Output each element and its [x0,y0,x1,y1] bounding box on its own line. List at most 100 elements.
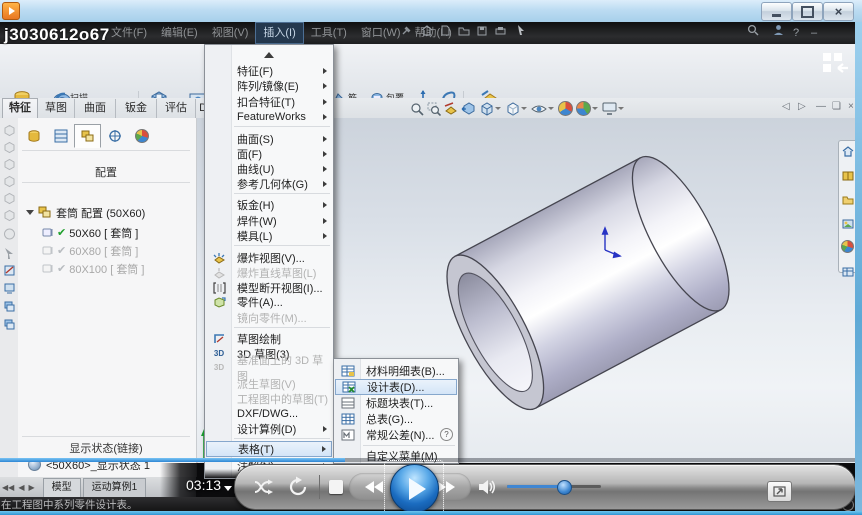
hide-show-items-icon[interactable] [531,103,555,115]
file-explorer-icon[interactable] [842,192,854,210]
submenu-item-title-block[interactable]: 标题块表(T)... [335,395,457,410]
previous-view-icon[interactable] [461,102,476,116]
submenu-item-bom[interactable]: 材料明细表(B)... [335,363,457,378]
playback-time[interactable]: 03:13 [186,477,232,493]
tab-sheetmetal[interactable]: 钣金 [116,99,157,118]
doc-minimize-icon[interactable]: — [816,101,826,112]
menu-item-tables[interactable]: 表格(T) [206,441,332,457]
collapse-ribbon-icon[interactable]: – [811,22,817,44]
design-library-icon[interactable] [842,168,854,186]
menu-item-design-study[interactable]: 设计算例(D) [206,421,332,436]
menu-item-sketch[interactable]: 草图绘制 [206,331,332,346]
doc-restore-icon[interactable]: ❏ [832,101,841,112]
submenu-item-general-tolerance[interactable]: 常规公差(N)... ? [335,427,457,442]
menu-item-derived-sketch[interactable]: 派生草图(V) [206,376,332,391]
tab-model[interactable]: 模型 [43,478,81,497]
configurationmanager-tab-icon[interactable] [74,124,101,148]
search-icon[interactable] [747,22,759,44]
tab-scroll-right-icon[interactable]: ▶ [26,483,36,492]
tab-sketch[interactable]: 草图 [38,99,75,118]
menu-item-face[interactable]: 面(F) [206,146,332,161]
tab-motion-study[interactable]: 运动算例1 [83,478,147,497]
minimize-button[interactable] [761,2,792,21]
menu-item-mirror-part[interactable]: 镜向零件(M)... [206,310,332,325]
menu-item-part[interactable]: 零件(A)... [206,294,332,309]
menu-item-fastening[interactable]: 扣合特征(T) [206,94,332,109]
submenu-item-design-table[interactable]: 设计表(D)... [335,379,457,395]
view-palette-icon[interactable] [842,216,854,234]
display-style-icon[interactable] [505,102,528,116]
doc-close-icon[interactable]: × [848,101,854,112]
config-tree-root[interactable]: 套筒 配置 (50X60) [22,204,145,221]
menu-edit[interactable]: 编辑(E) [154,22,205,44]
menu-help[interactable]: 帮助(H) [408,22,459,44]
menu-item-curve[interactable]: 曲线(U) [206,161,332,176]
volume-icon[interactable] [478,478,498,501]
menu-item-3d-sketch-on-plane[interactable]: 3D基准面上的 3D 草图 [206,360,332,375]
propertymanager-tab-icon[interactable] [47,124,74,148]
fullscreen-button[interactable] [767,481,792,502]
menu-scroll-up[interactable] [206,47,332,62]
menu-tools[interactable]: 工具(T) [304,22,354,44]
new-document-icon[interactable] [441,22,450,44]
rewind-button[interactable] [365,481,383,493]
menu-item-reference-geometry[interactable]: 参考几何体(G) [206,176,332,191]
repeat-icon[interactable] [287,476,309,502]
expander-icon[interactable] [26,210,34,215]
menu-item-weldments[interactable]: 焊件(W) [206,213,332,228]
menu-item-featureworks[interactable]: FeatureWorks [206,109,332,124]
menu-item-sheetmetal[interactable]: 钣金(H) [206,197,332,212]
play-button[interactable] [390,464,439,513]
config-item[interactable]: ✔ 80X100 [ 套筒 ] [42,260,144,277]
view-cube-icons[interactable] [3,124,16,254]
home-tab-icon[interactable] [842,144,854,162]
config-item-active[interactable]: ✔ 50X60 [ 套筒 ] [42,224,138,241]
appearances-icon[interactable] [841,240,854,258]
pin-icon[interactable] [401,22,411,44]
zoom-area-icon[interactable] [427,102,441,116]
menu-item-exploded-view[interactable]: 爆炸视图(V)... [206,250,332,265]
help-badge-icon[interactable]: ? [440,428,453,441]
zoom-fit-icon[interactable] [410,102,424,116]
doc-next-icon[interactable]: ▷ [798,101,806,112]
custom-properties-icon[interactable] [842,264,854,282]
volume-thumb[interactable] [557,480,572,495]
close-button[interactable]: × [823,2,854,21]
tab-evaluate[interactable]: 评估 [157,99,196,118]
stop-button[interactable] [329,480,343,494]
tab-scroll-left-icon[interactable]: ◀ [16,483,26,492]
menu-window[interactable]: 窗口(W) [354,22,408,44]
menu-item-surface[interactable]: 曲面(S) [206,131,332,146]
tab-scroll-start-icon[interactable]: ◀◀ [0,483,16,492]
apply-scene-icon[interactable] [576,101,599,116]
open-folder-icon[interactable] [458,22,470,44]
tab-features[interactable]: 特征 [2,98,38,118]
config-item[interactable]: ✔ 60X80 [ 套筒 ] [42,242,138,259]
shuffle-icon[interactable] [253,479,277,500]
submenu-item-general-table[interactable]: 总表(G)... [335,411,457,426]
section-view-icon[interactable] [444,102,458,116]
menu-item-sketch-from-drawing[interactable]: 工程图中的草图(T) [206,391,332,406]
select-arrow-icon[interactable] [516,22,526,44]
view-orientation-icon[interactable] [479,102,502,116]
appearances-tab-icon[interactable] [128,124,155,148]
help-icon[interactable]: ? [793,22,799,44]
home-icon[interactable] [421,22,433,44]
print-icon[interactable] [495,22,506,44]
menu-insert[interactable]: 插入(I) [255,22,303,44]
tab-surfaces[interactable]: 曲面 [75,99,116,118]
edit-appearance-icon[interactable] [558,101,573,116]
menu-view[interactable]: 视图(V) [205,22,256,44]
menu-file[interactable]: 文件(F) [104,22,154,44]
doc-prev-icon[interactable]: ◁ [782,101,790,112]
featuremanager-tab-icon[interactable] [20,124,47,148]
menu-item-pattern-mirror[interactable]: 阵列/镜像(E) [206,78,332,93]
dimxpert-tab-icon[interactable] [101,124,128,148]
save-icon[interactable] [477,22,487,44]
filter-sketch-display-icons[interactable] [3,246,16,341]
maximize-button[interactable] [792,2,823,21]
menu-item-molds[interactable]: 模具(L) [206,228,332,243]
menu-item-explode-line-sketch[interactable]: 爆炸直线草图(L) [206,265,332,280]
user-account-icon[interactable] [773,22,784,44]
menu-item-dxf-dwg[interactable]: DXF/DWG... [206,406,332,421]
